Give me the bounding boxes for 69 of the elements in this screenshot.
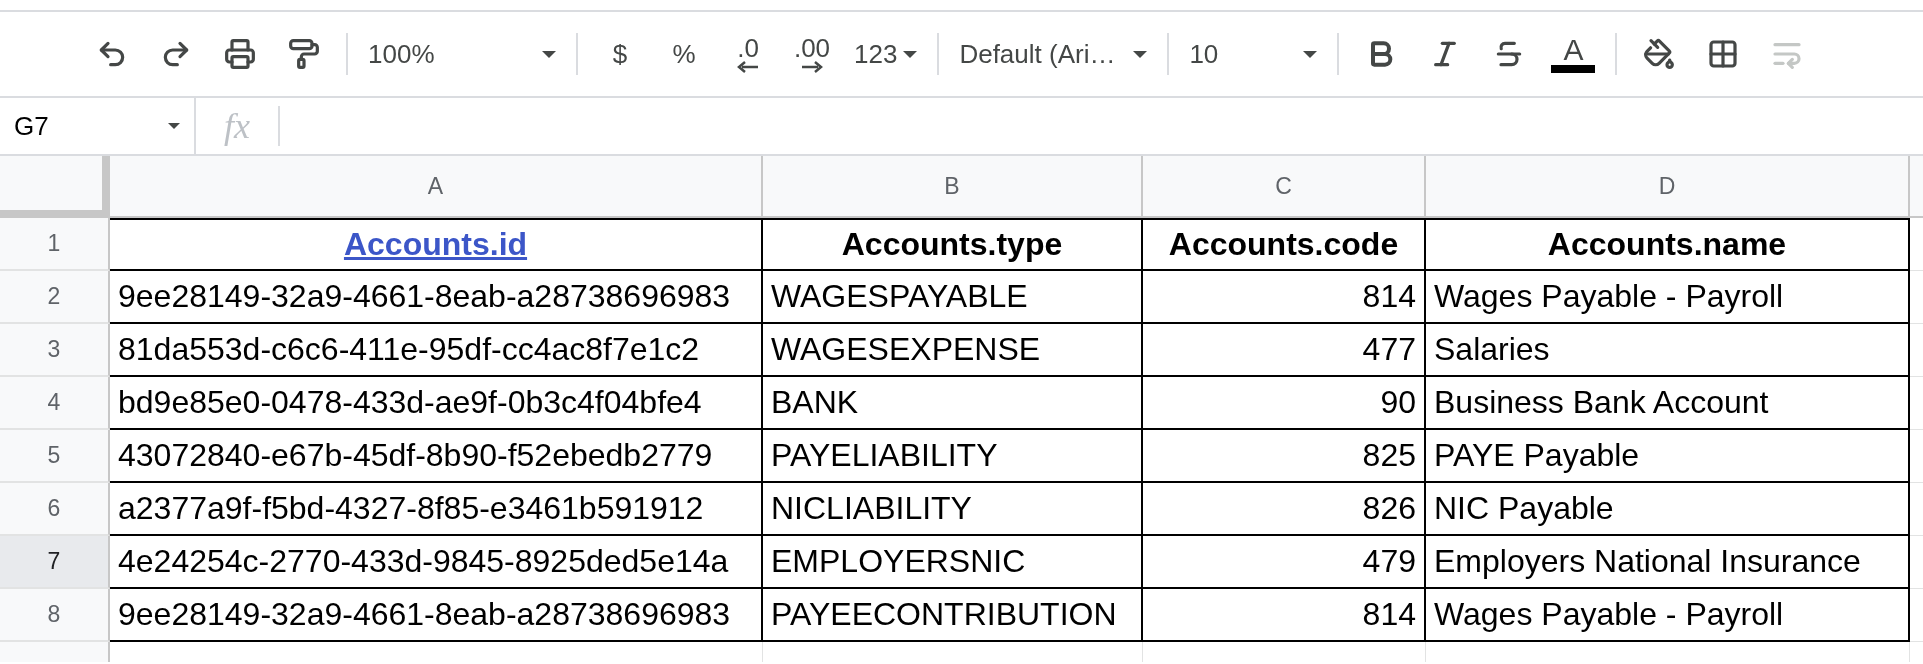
name-box[interactable]: G7 xyxy=(0,98,196,154)
table-cell: WAGESEXPENSE xyxy=(763,324,1143,377)
header-cell: Accounts.type xyxy=(763,218,1143,271)
column-header[interactable]: D xyxy=(1426,156,1910,218)
column-header[interactable]: A xyxy=(110,156,763,218)
row-header[interactable]: 4 xyxy=(0,377,110,430)
increase-decimals-button[interactable]: .00 xyxy=(784,29,840,79)
table-cell: EMPLOYERSNIC xyxy=(763,536,1143,589)
table-cell: 81da553d-c6c6-411e-95df-cc4ac8f7e1c2 xyxy=(110,324,763,377)
table-cell: Wages Payable - Payroll xyxy=(1426,589,1910,642)
font-dropdown[interactable]: Default (Ari… xyxy=(953,29,1154,79)
table-cell: 479 xyxy=(1143,536,1426,589)
header-cell: Accounts.name xyxy=(1426,218,1910,271)
table-cell: 43072840-e67b-45df-8b90-f52ebedb2779 xyxy=(110,430,763,483)
table-cell: bd9e85e0-0478-433d-ae9f-0b3c4f04bfe4 xyxy=(110,377,763,430)
table-cell: 9ee28149-32a9-4661-8eab-a28738696983 xyxy=(110,271,763,324)
decrease-decimals-button[interactable]: .0 xyxy=(720,29,776,79)
table-cell: 814 xyxy=(1143,271,1426,324)
table-cell: 826 xyxy=(1143,483,1426,536)
table-cell: NICLIABILITY xyxy=(763,483,1143,536)
text-color-button[interactable]: A xyxy=(1545,29,1602,79)
dropdown-caret-icon xyxy=(542,50,556,58)
zoom-dropdown[interactable]: 100% xyxy=(362,29,562,79)
row-header[interactable]: 2 xyxy=(0,271,110,324)
table-cell: 4e24254c-2770-433d-9845-8925ded5e14a xyxy=(110,536,763,589)
table-cell: Business Bank Account xyxy=(1426,377,1910,430)
table-cell: PAYEECONTRIBUTION xyxy=(763,589,1143,642)
link[interactable]: Accounts.id xyxy=(343,226,528,263)
table-cell: 825 xyxy=(1143,430,1426,483)
table-cell: 814 xyxy=(1143,589,1426,642)
dropdown-caret-icon xyxy=(168,123,180,129)
right-arrow-icon xyxy=(800,61,824,73)
formula-label: fx xyxy=(196,106,280,146)
percent-button[interactable]: % xyxy=(656,29,712,79)
table-cell: 477 xyxy=(1143,324,1426,377)
dropdown-caret-icon xyxy=(1303,50,1318,58)
table-cell: Employers National Insurance xyxy=(1426,536,1910,589)
table-cell: 9ee28149-32a9-4661-8eab-a28738696983 xyxy=(110,589,763,642)
column-header[interactable]: B xyxy=(763,156,1143,218)
table-cell: Salaries xyxy=(1426,324,1910,377)
row-header[interactable]: 3 xyxy=(0,324,110,377)
row-header[interactable]: 6 xyxy=(0,483,110,536)
left-arrow-icon xyxy=(736,61,760,73)
table-cell: Wages Payable - Payroll xyxy=(1426,271,1910,324)
paint-roller-icon xyxy=(288,38,320,70)
table-cell: NIC Payable xyxy=(1426,483,1910,536)
paint-bucket-icon xyxy=(1643,38,1676,70)
cell-reference: G7 xyxy=(14,110,49,142)
table-cell: PAYELIABILITY xyxy=(763,430,1143,483)
header-cell: Accounts.code xyxy=(1143,218,1426,271)
row-header[interactable]: 5 xyxy=(0,430,110,483)
row-header[interactable]: 1 xyxy=(0,218,110,271)
currency-button[interactable]: $ xyxy=(592,29,648,79)
table-cell: WAGESPAYABLE xyxy=(763,271,1143,324)
number-format-dropdown[interactable]: 123 xyxy=(848,29,924,79)
grid-icon xyxy=(1707,38,1740,70)
printer-icon xyxy=(224,38,256,70)
column-header-strip xyxy=(1910,156,1923,218)
font-size-dropdown[interactable]: 10 xyxy=(1183,29,1324,79)
dropdown-caret-icon xyxy=(903,50,918,58)
table-cell: BANK xyxy=(763,377,1143,430)
row-header[interactable]: 7 xyxy=(0,536,110,589)
column-header[interactable]: C xyxy=(1143,156,1426,218)
row-header[interactable]: 8 xyxy=(0,589,110,642)
color-bar-icon xyxy=(1551,65,1596,73)
table-cell: 90 xyxy=(1143,377,1426,430)
table-cell: a2377a9f-f5bd-4327-8f85-e3461b591912 xyxy=(110,483,763,536)
dropdown-caret-icon xyxy=(1133,50,1148,58)
table-cell: PAYE Payable xyxy=(1426,430,1910,483)
